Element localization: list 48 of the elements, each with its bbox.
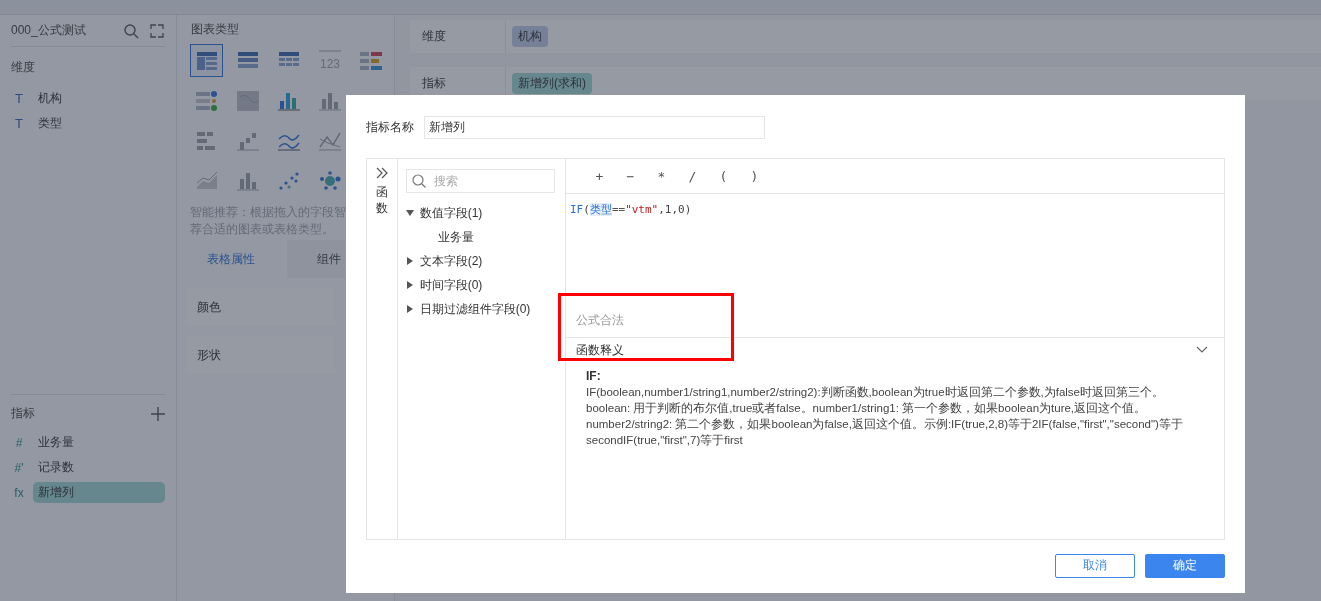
section-title: 维度: [11, 59, 36, 76]
panel-title: 图表类型: [190, 21, 240, 38]
field-item[interactable]: 记录数: [33, 457, 165, 478]
field-chip[interactable]: 新增列(求和): [512, 73, 592, 94]
formula-text[interactable]: IF(类型=="vtm",1,0): [570, 202, 692, 217]
shelf-label: 维度: [410, 20, 506, 53]
collapsed-triangle-icon[interactable]: [405, 305, 414, 313]
search-field[interactable]: 搜索: [405, 169, 555, 193]
tree-item[interactable]: 业务量: [437, 228, 474, 246]
collapsed-triangle-icon[interactable]: [405, 281, 414, 289]
tab[interactable]: 组件: [287, 240, 345, 278]
field-label: 指标名称: [366, 118, 415, 136]
operator-button[interactable]: ): [739, 168, 770, 184]
dataset-title: 000_公式测试: [11, 22, 87, 39]
name-input[interactable]: 新增列: [424, 115, 765, 139]
validation-text: 公式合法: [575, 312, 625, 329]
confirm-button[interactable]: 确定: [1145, 553, 1225, 578]
field-item[interactable]: 机构: [33, 88, 165, 109]
function-name: IF:: [586, 368, 602, 384]
operator-button[interactable]: (: [708, 168, 739, 184]
collapsed-triangle-icon[interactable]: [405, 257, 414, 265]
add-icon[interactable]: [151, 406, 165, 421]
double-chevron-icon[interactable]: [375, 167, 388, 179]
field-chip[interactable]: 机构: [512, 26, 548, 47]
functions-tab[interactable]: 函数: [375, 185, 388, 217]
field-type-icon: fx: [11, 485, 27, 500]
tree-item[interactable]: 文本字段(2): [419, 252, 483, 270]
chevron-icon[interactable]: [1196, 346, 1208, 354]
operator-button[interactable]: −: [615, 168, 646, 184]
operator-button[interactable]: /: [677, 168, 708, 184]
section-title: 指标: [11, 405, 36, 422]
section-title: 函数释义: [576, 341, 625, 359]
expanded-triangle-icon[interactable]: [405, 209, 414, 217]
function-description: IF(boolean,number1/string1,number2/string2):判断函数,boolean为true时返回第二个参数,为false时返回第三个。boolean: 用于判断的布尔值,true或者false。number1/string1: 第一个参数，如果boolean为ture,返回这个值。number2/string2: 第二个参数，如果boolean为false,返回这个值。示例:IF(true,2,8)等于2IF(false,"first","second")等于secondIF(true,"first",7)等于first: [586, 385, 1184, 448]
field-item[interactable]: 业务量: [33, 432, 165, 453]
operator-button[interactable]: +: [584, 168, 615, 184]
tree-item[interactable]: 日期过滤组件字段(0): [419, 300, 531, 318]
field-type-icon: #': [11, 460, 27, 475]
tree-item[interactable]: 数值字段(1): [419, 204, 483, 222]
tree-item[interactable]: 时间字段(0): [419, 276, 483, 294]
cancel-button[interactable]: 取消: [1055, 553, 1135, 578]
search-icon[interactable]: [123, 22, 139, 39]
text-type-icon: T: [11, 116, 27, 131]
field-type-icon: #: [11, 435, 27, 450]
field-item[interactable]: 新增列: [33, 482, 165, 503]
text-type-icon: T: [11, 91, 27, 106]
operator-button[interactable]: *: [646, 168, 677, 184]
field-item[interactable]: 类型: [33, 113, 165, 134]
